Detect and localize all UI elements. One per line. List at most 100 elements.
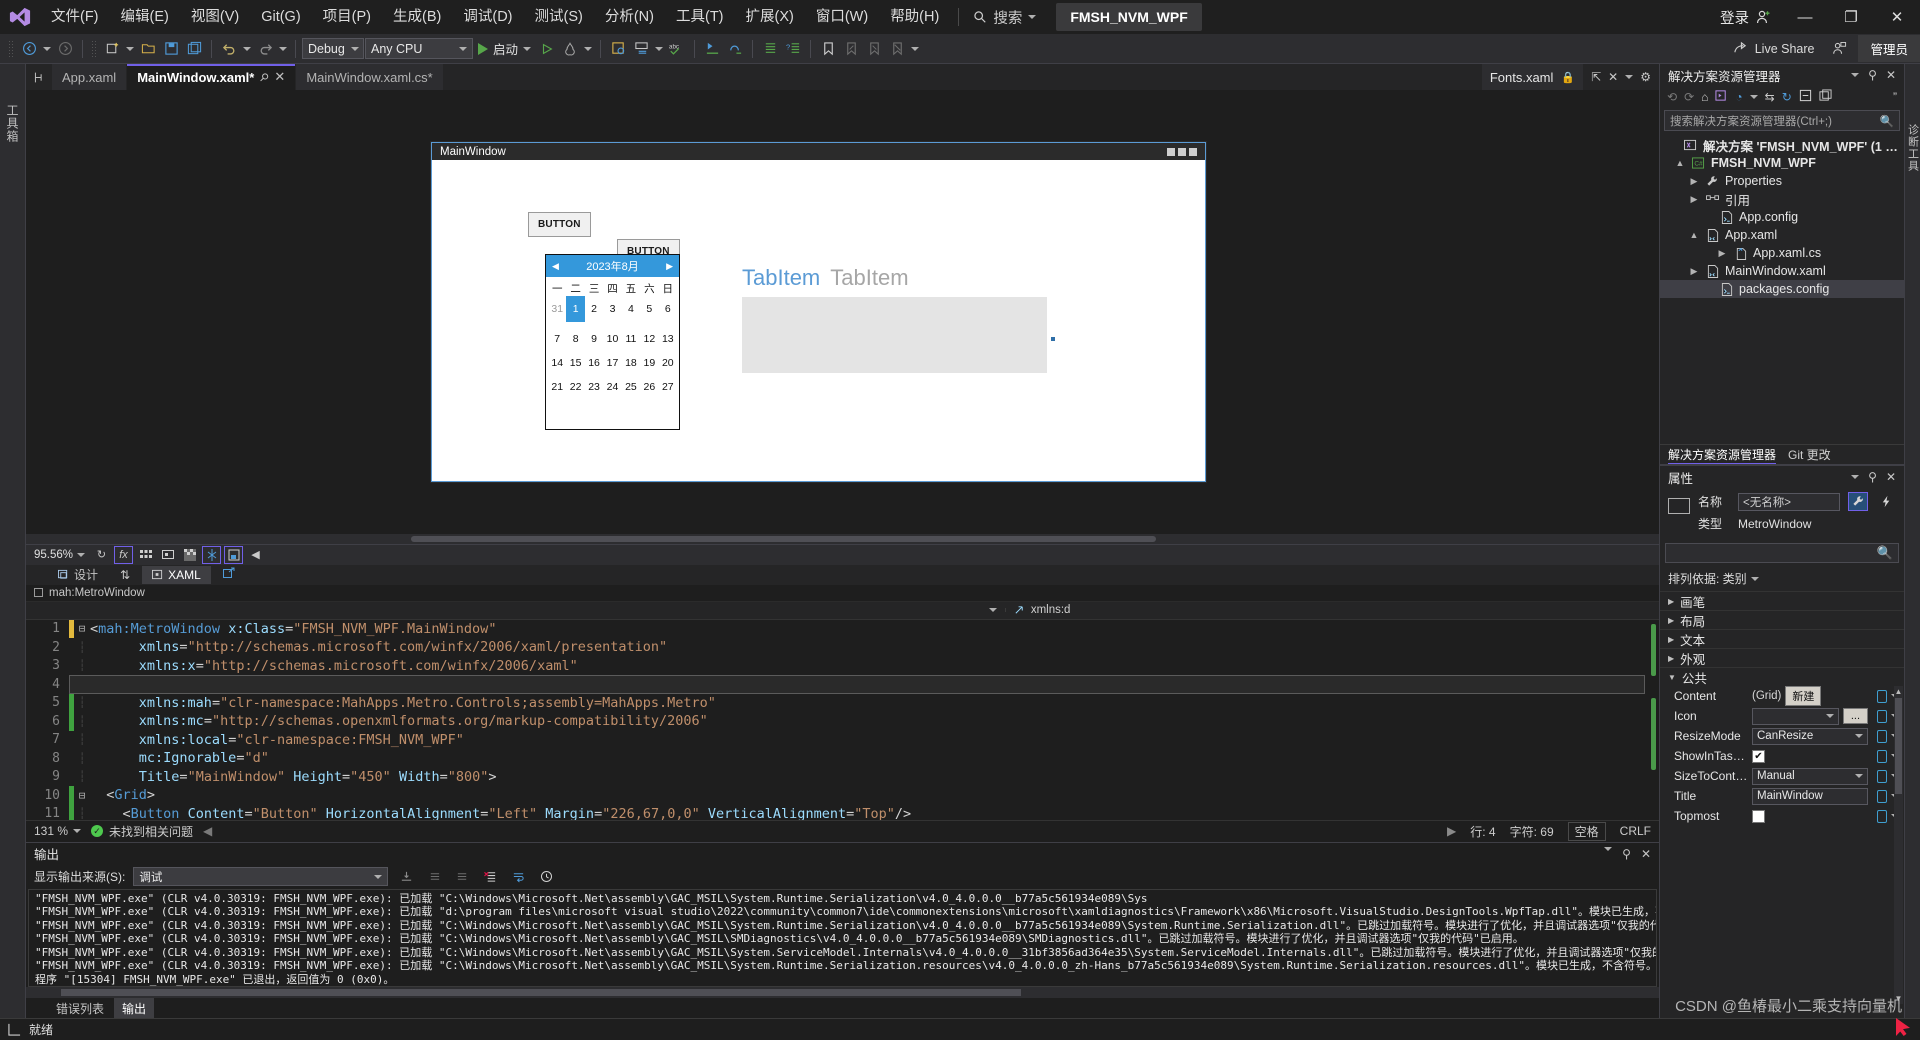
indent-icon[interactable] — [759, 38, 781, 60]
calendar-day[interactable]: 12 — [640, 332, 658, 346]
navigate-back-icon[interactable] — [18, 38, 40, 60]
calendar-title[interactable]: 2023年8月 — [559, 258, 666, 274]
solution-platform-combo[interactable]: Any CPU — [365, 38, 473, 59]
calendar-day[interactable]: 24 — [603, 380, 621, 394]
back-icon[interactable]: ⟲ — [1667, 90, 1677, 104]
designer-zoom-combo[interactable]: 95.56% — [30, 546, 90, 563]
editor-scrollbar-overview[interactable] — [1645, 619, 1659, 820]
twisty[interactable]: ▶ — [1716, 248, 1728, 259]
pin-icon[interactable]: ⚲ — [1868, 470, 1877, 484]
designer-horizontal-scrollbar[interactable] — [26, 533, 1659, 544]
pin-icon[interactable]: ⚲ — [1622, 847, 1631, 861]
icon-combo[interactable] — [1752, 707, 1839, 725]
close-button[interactable]: ✕ — [1874, 0, 1920, 34]
property-row-topmost[interactable]: Topmost — [1660, 806, 1904, 826]
toggle-word-wrap-icon[interactable] — [508, 867, 528, 886]
preview-tabitem-2[interactable]: TabItem — [830, 265, 908, 291]
switch-views-icon[interactable] — [1715, 89, 1728, 105]
feedback-icon[interactable] — [1828, 38, 1850, 60]
output-horizontal-scrollbar[interactable] — [26, 987, 1659, 998]
step-over-icon[interactable] — [724, 38, 746, 60]
properties-category-appearance[interactable]: ▶ 外观 — [1660, 648, 1904, 667]
search-icon[interactable]: 🔍 — [1880, 114, 1894, 128]
calendar-day[interactable]: 11 — [622, 332, 640, 346]
tree-row-packages-config[interactable]: packages.config — [1660, 280, 1904, 298]
maximize-button[interactable]: ❐ — [1828, 0, 1874, 34]
calendar-day[interactable]: 25 — [622, 380, 640, 394]
twisty[interactable]: ▲ — [1688, 230, 1700, 240]
properties-category-brushes[interactable]: ▶ 画笔 — [1660, 591, 1904, 610]
source-control-icon[interactable] — [8, 1023, 21, 1036]
solution-name-badge[interactable]: FMSH_NVM_WPF — [1056, 3, 1202, 31]
properties-search[interactable]: 🔍 — [1665, 543, 1899, 563]
property-marker-icon[interactable] — [1877, 769, 1887, 783]
icon-browse-button[interactable]: ... — [1842, 708, 1868, 724]
document-outline-icon[interactable] — [224, 545, 244, 564]
calendar-day[interactable]: 17 — [603, 356, 621, 370]
properties-sort[interactable]: 排列依据: 类别 — [1660, 566, 1904, 591]
events-tab-icon[interactable] — [1876, 492, 1896, 511]
issues-indicator[interactable]: ✓ 未找到相关问题 — [91, 823, 193, 840]
tab-app-xaml[interactable]: App.xaml — [52, 64, 128, 90]
tree-row-mainwindow-xaml[interactable]: ▶ MainWindow.xaml — [1660, 262, 1904, 280]
title-input[interactable]: MainWindow — [1752, 787, 1868, 805]
fold-icon[interactable]: ⊟ — [74, 622, 90, 635]
tab-fonts-xaml[interactable]: Fonts.xaml 🔒 — [1481, 64, 1584, 90]
float-window-icon[interactable]: ⇱ — [1591, 70, 1601, 84]
collapse-all-icon[interactable] — [1799, 89, 1812, 105]
preview-tabitem-1[interactable]: TabItem — [742, 265, 820, 291]
redo-icon[interactable] — [254, 38, 276, 60]
code-editor[interactable]: 1 ⊟ < mah:MetroWindow x:Class = "FMSH_NVM_W… — [26, 619, 1659, 820]
tab-solution-explorer[interactable]: 解决方案资源管理器 — [1668, 446, 1777, 464]
calendar-day[interactable]: 26 — [640, 380, 658, 394]
close-icon[interactable]: ✕ — [1886, 470, 1896, 484]
twisty[interactable]: ▶ — [1688, 266, 1700, 277]
close-icon[interactable]: ✕ — [274, 69, 285, 85]
solution-explorer-search[interactable]: 搜索解决方案资源管理器(Ctrl+;) 🔍 — [1664, 110, 1900, 131]
calendar-day[interactable]: 14 — [548, 356, 566, 370]
close-icon[interactable]: ✕ — [1886, 68, 1896, 82]
tree-row-properties[interactable]: ▶ Properties — [1660, 172, 1904, 190]
menu-test[interactable]: 测试(S) — [524, 0, 594, 34]
next-bookmark-icon[interactable] — [863, 38, 885, 60]
tab-git-changes[interactable]: Git 更改 — [1788, 446, 1831, 463]
pending-changes-icon[interactable]: ◔ — [1735, 90, 1742, 104]
editor-zoom-combo[interactable]: 131 % — [34, 824, 82, 838]
calendar-day[interactable]: 13 — [659, 332, 677, 346]
menu-analyze[interactable]: 分析(N) — [594, 0, 665, 34]
tree-row-project[interactable]: ▲ C# FMSH_NVM_WPF — [1660, 154, 1904, 172]
calendar-day[interactable]: 20 — [659, 356, 677, 370]
snap-to-guides-icon[interactable] — [202, 545, 222, 564]
twisty[interactable]: ▲ — [1674, 158, 1686, 168]
diagnostic-tools-tab[interactable]: 诊断工具 — [1905, 124, 1920, 172]
property-marker-icon[interactable] — [1877, 689, 1887, 703]
properties-rows[interactable]: Content (Grid) 新建 Icon ... ResizeMode Ca… — [1660, 686, 1904, 1004]
search-icon[interactable]: 🔍 — [1877, 545, 1893, 561]
calendar-prev-icon[interactable]: ◀ — [552, 261, 559, 272]
tree-row-references[interactable]: ▶ 引用 — [1660, 190, 1904, 208]
toolbar-grip[interactable] — [8, 39, 15, 58]
expand-icon[interactable]: ▶ — [1447, 824, 1456, 838]
save-all-icon[interactable] — [183, 38, 205, 60]
output-source-combo[interactable]: 调试 — [133, 867, 389, 886]
spell-check-icon[interactable]: abc — [666, 38, 688, 60]
new-content-button[interactable]: 新建 — [1785, 686, 1822, 706]
go-to-next-icon[interactable] — [452, 867, 472, 886]
comment-icon[interactable]: ? — [782, 38, 804, 60]
chevron-down-icon[interactable] — [1604, 846, 1613, 851]
calendar-day[interactable]: 2 — [585, 302, 603, 322]
redo-dropdown[interactable] — [277, 38, 289, 60]
property-row-resizemode[interactable]: ResizeMode CanResize — [1660, 726, 1904, 746]
overflow-icon[interactable]: ” — [1893, 90, 1897, 104]
properties-name-input[interactable]: <无名称> — [1738, 492, 1840, 511]
snap-to-grid-icon[interactable] — [158, 546, 177, 564]
calendar-next-icon[interactable]: ▶ — [666, 261, 673, 272]
navigate-forward-icon[interactable] — [54, 38, 76, 60]
menu-build[interactable]: 生成(B) — [382, 0, 452, 34]
collapse-pane-icon[interactable]: ◀ — [246, 546, 265, 564]
line-ending-indicator[interactable]: CRLF — [1620, 824, 1651, 838]
tab-output[interactable]: 输出 — [114, 997, 155, 1019]
home-icon[interactable]: ⌂ — [1701, 90, 1708, 104]
close-icon[interactable]: ✕ — [1608, 70, 1618, 84]
minimize-button[interactable]: — — [1782, 0, 1828, 34]
